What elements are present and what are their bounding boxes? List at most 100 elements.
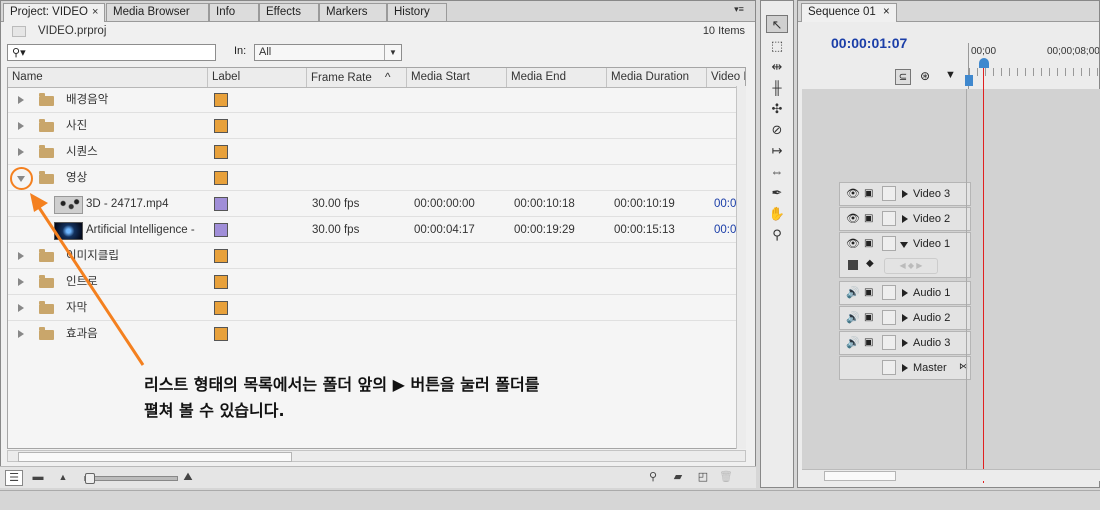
track-header-video-2[interactable]: 👁 ▣ Video 2 [839, 207, 971, 231]
speaker-icon[interactable]: 🔊 [846, 311, 860, 325]
expand-track-icon[interactable] [902, 289, 908, 297]
close-icon[interactable]: × [883, 6, 890, 18]
close-icon[interactable]: × [92, 6, 98, 18]
clip-icon[interactable]: ▣ [864, 187, 878, 201]
keyframe-nav[interactable]: ◀ ◆ ▶ [884, 258, 938, 274]
track-header-audio-3[interactable]: 🔊 ▣ Audio 3 [839, 331, 971, 355]
expand-track-icon[interactable] [902, 215, 908, 223]
list-item[interactable]: 인트로 [8, 269, 745, 295]
track-header-video-3[interactable]: 👁 ▣ Video 3 [839, 182, 971, 206]
track-header-video-1[interactable]: 👁 ▣ Video 1 ◆ ◀ ◆ ▶ [839, 232, 971, 278]
playhead-handle[interactable] [979, 58, 989, 68]
column-header-media-end[interactable]: Media End [507, 68, 607, 87]
label-color-swatch[interactable] [214, 223, 228, 237]
zoom-in-icon[interactable]: ⛰ [180, 470, 196, 484]
lock-toggle[interactable] [882, 335, 896, 350]
search-dropdown-icon[interactable]: ▾ [20, 47, 26, 59]
slide-tool-icon[interactable]: ⇔ [766, 163, 788, 181]
expand-triangle-icon[interactable] [18, 252, 24, 260]
vertical-scrollbar[interactable] [736, 86, 746, 449]
list-item[interactable]: 영상 [8, 165, 745, 191]
speaker-icon[interactable]: 🔊 [846, 286, 860, 300]
playhead-line[interactable] [983, 68, 984, 483]
work-area-start-icon[interactable] [965, 75, 973, 86]
pen-tool-icon[interactable]: ✒ [766, 184, 788, 202]
expand-triangle-icon[interactable] [18, 96, 24, 104]
clip-icon[interactable]: ▣ [864, 237, 878, 251]
label-color-swatch[interactable] [214, 327, 228, 341]
scrollbar-thumb[interactable] [18, 452, 292, 462]
eye-icon[interactable]: 👁 [846, 187, 860, 201]
label-color-swatch[interactable] [214, 145, 228, 159]
column-header-media-start[interactable]: Media Start [407, 68, 507, 87]
lock-toggle[interactable] [882, 360, 896, 375]
expand-triangle-icon[interactable] [18, 304, 24, 312]
label-color-swatch[interactable] [214, 249, 228, 263]
eye-icon[interactable]: 👁 [846, 212, 860, 226]
column-header-label[interactable]: Label [208, 68, 307, 87]
eye-icon[interactable]: 👁 [846, 237, 860, 251]
clip-icon[interactable]: ▣ [864, 212, 878, 226]
timeline-lane[interactable] [966, 89, 1100, 469]
expand-triangle-icon[interactable] [18, 148, 24, 156]
list-item[interactable]: 이미지클립 [8, 243, 745, 269]
thumbnail-size-slider[interactable] [84, 473, 178, 484]
snap-icon[interactable]: ⊆ [895, 69, 911, 85]
lock-toggle[interactable] [882, 211, 896, 226]
label-color-swatch[interactable] [214, 171, 228, 185]
lock-toggle[interactable] [882, 236, 896, 251]
list-item[interactable]: 효과음 [8, 321, 745, 347]
label-color-swatch[interactable] [214, 275, 228, 289]
expand-triangle-icon[interactable] [18, 122, 24, 130]
track-header-audio-2[interactable]: 🔊 ▣ Audio 2 [839, 306, 971, 330]
new-bin-icon[interactable]: ▰ [670, 470, 686, 484]
list-item[interactable]: Artificial Intelligence - 30.00 fps 00:0… [8, 217, 745, 243]
zoom-tool-icon[interactable]: ⚲ [766, 226, 788, 244]
scrollbar-thumb[interactable] [824, 471, 896, 481]
clip-icon[interactable]: ▣ [864, 336, 878, 350]
rate-stretch-tool-icon[interactable]: ✣ [766, 100, 788, 118]
label-color-swatch[interactable] [214, 301, 228, 315]
label-color-swatch[interactable] [214, 93, 228, 107]
new-item-icon[interactable]: ◰ [695, 470, 711, 484]
horizontal-scrollbar[interactable] [7, 450, 746, 462]
list-item[interactable]: 사진 [8, 113, 745, 139]
ripple-edit-tool-icon[interactable]: ⇹ [766, 58, 788, 76]
track-select-tool-icon[interactable]: ⬚ [766, 37, 788, 55]
column-header-media-duration[interactable]: Media Duration [607, 68, 707, 87]
clip-icon[interactable]: ▣ [864, 311, 878, 325]
tab-history[interactable]: History [387, 3, 447, 21]
lock-toggle[interactable] [882, 186, 896, 201]
find-icon[interactable]: ⚲ [645, 470, 661, 484]
display-style-icon[interactable] [848, 260, 858, 270]
expand-triangle-icon[interactable] [18, 278, 24, 286]
list-view-icon[interactable]: ☰ [5, 470, 23, 486]
search-icon[interactable]: ⚲▾ [12, 46, 26, 59]
track-header-master[interactable]: Master ⋈ [839, 356, 971, 380]
track-header-audio-1[interactable]: 🔊 ▣ Audio 1 [839, 281, 971, 305]
tab-effects[interactable]: Effects [259, 3, 319, 21]
lock-toggle[interactable] [882, 285, 896, 300]
label-color-swatch[interactable] [214, 197, 228, 211]
label-color-swatch[interactable] [214, 119, 228, 133]
list-item[interactable]: 배경음악 [8, 87, 745, 113]
panel-menu-icon[interactable]: ▾≡ [725, 4, 753, 18]
speaker-icon[interactable]: 🔊 [846, 336, 860, 350]
list-item[interactable]: 3D - 24717.mp4 30.00 fps 00:00:00:00 00:… [8, 191, 745, 217]
set-encore-marker-icon[interactable]: ⊛ [920, 69, 930, 83]
clip-icon[interactable]: ▣ [864, 286, 878, 300]
rolling-edit-tool-icon[interactable]: ╫ [766, 79, 788, 97]
column-header-frame-rate[interactable]: Frame Rate ^ [307, 68, 407, 87]
collapse-track-icon[interactable] [900, 242, 908, 248]
current-timecode[interactable]: 00:00:01:07 [831, 35, 907, 51]
expand-track-icon[interactable] [902, 190, 908, 198]
expand-track-icon[interactable] [902, 364, 908, 372]
in-filter-select[interactable]: All ▼ [254, 44, 402, 61]
list-item[interactable]: 자막 [8, 295, 745, 321]
tab-info[interactable]: Info [209, 3, 259, 21]
expand-triangle-icon[interactable] [18, 330, 24, 338]
icon-view-icon[interactable]: ▬ [30, 470, 46, 484]
keyframe-icon[interactable]: ◆ [866, 258, 874, 269]
column-header-video-info[interactable]: Video I [707, 68, 745, 87]
hand-tool-icon[interactable]: ✋ [766, 205, 788, 223]
